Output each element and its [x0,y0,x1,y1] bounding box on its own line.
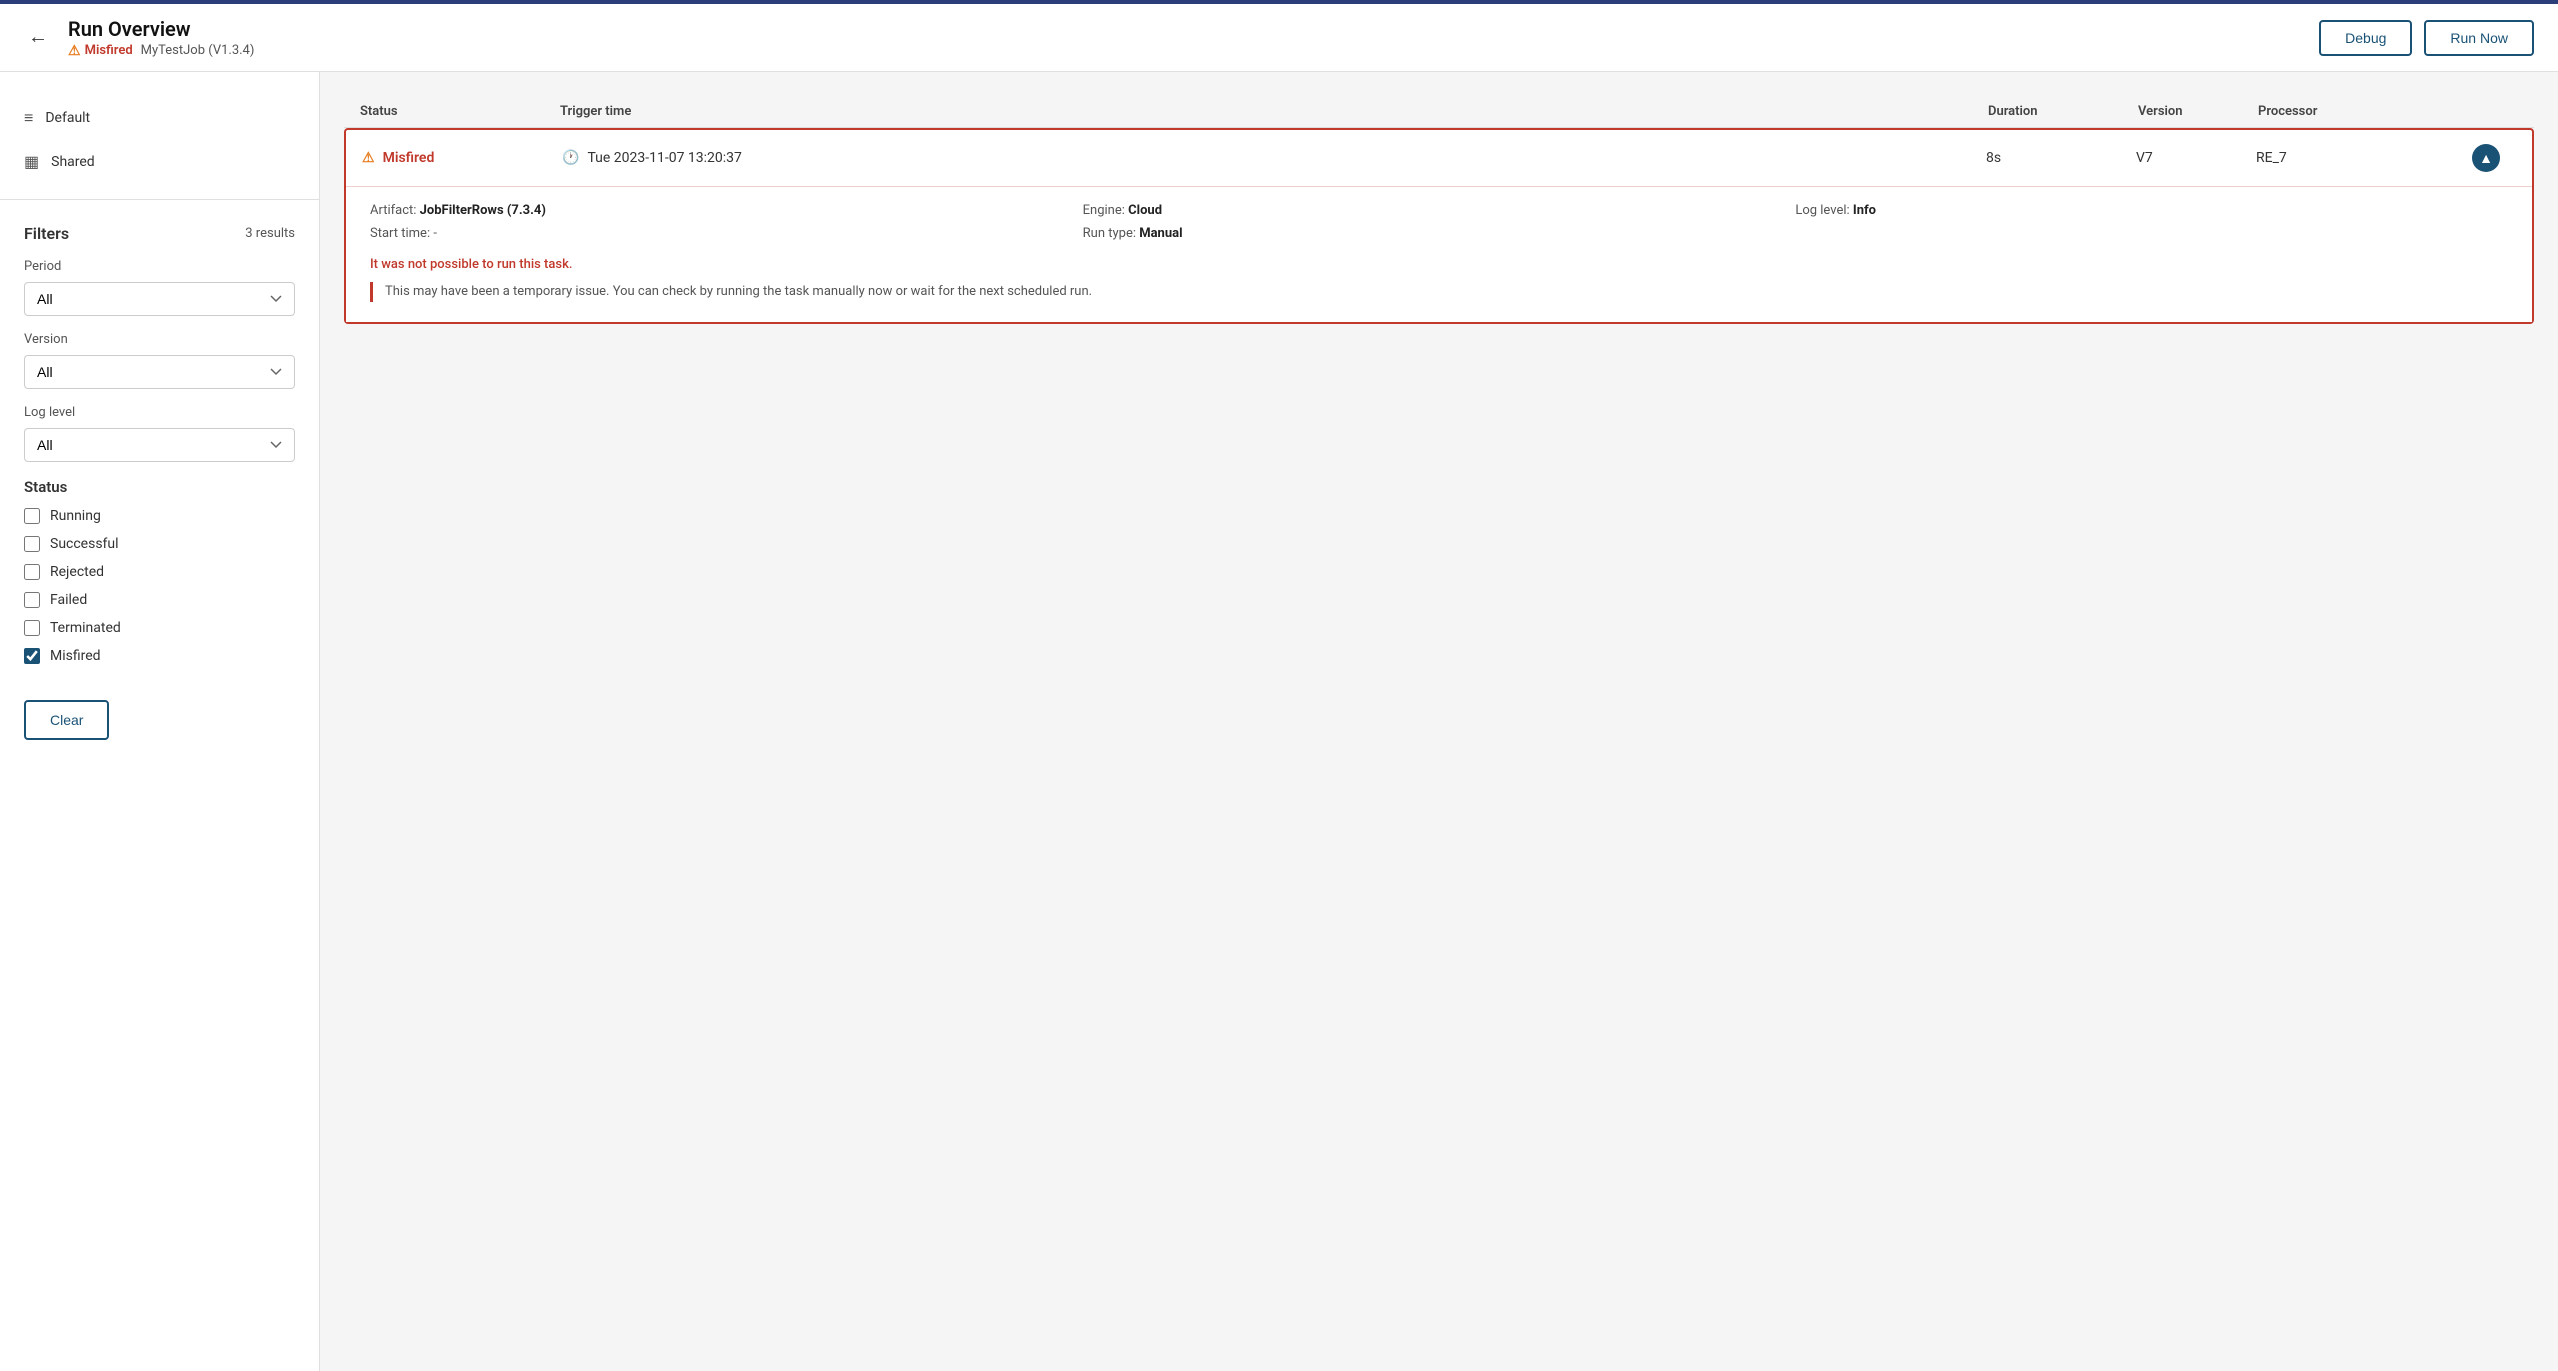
filters-title: Filters [24,224,69,243]
header-subtitle: ⚠ Misfired MyTestJob (V1.3.4) [68,43,254,59]
warning-icon: ⚠ [68,43,81,59]
successful-label: Successful [50,536,119,552]
run-now-button[interactable]: Run Now [2424,20,2534,56]
col-processor: Processor [2258,104,2458,119]
expand-button[interactable]: ▲ [2472,144,2500,172]
misfired-label: Misfired [50,648,101,664]
row-warning-icon: ⚠ [362,150,375,166]
log-level-select[interactable]: All InfoWarningErrorDebug [24,428,295,462]
terminated-checkbox[interactable] [24,620,40,636]
sidebar-item-label-shared: Shared [51,154,95,170]
error-message: This may have been a temporary issue. Yo… [370,282,2508,302]
sidebar-item-default[interactable]: ≡ Default [0,96,319,140]
grid-icon: ▦ [24,152,39,171]
header-title-block: Run Overview ⚠ Misfired MyTestJob (V1.3.… [68,17,254,59]
artifact-item: Artifact: JobFilterRows (7.3.4) [370,203,1083,218]
status-cell: ⚠ Misfired [362,150,562,166]
status-misfired[interactable]: Misfired [24,648,295,664]
main-content: Status Trigger time Duration Version Pro… [320,72,2558,1371]
sidebar-nav: ≡ Default ▦ Shared [0,96,319,183]
main-layout: ≡ Default ▦ Shared Filters 3 results Per… [0,72,2558,1371]
sidebar-divider [0,199,319,200]
log-level-filter: Log level All InfoWarningErrorDebug [0,405,319,478]
running-label: Running [50,508,101,524]
trigger-time: Tue 2023-11-07 13:20:37 [587,150,741,166]
rejected-label: Rejected [50,564,104,580]
table-row: ⚠ Misfired 🕐 Tue 2023-11-07 13:20:37 8s … [344,128,2534,324]
period-filter: Period All Today Last 7 days Last 30 day… [0,259,319,332]
header-actions: Debug Run Now [2319,20,2534,56]
rejected-checkbox[interactable] [24,564,40,580]
engine-value: Cloud [1128,203,1162,218]
detail-grid: Artifact: JobFilterRows (7.3.4) Engine: … [370,203,2508,241]
status-running[interactable]: Running [24,508,295,524]
failed-label: Failed [50,592,87,608]
start-time-item: Start time: - [370,226,1083,241]
status-terminated[interactable]: Terminated [24,620,295,636]
run-type-item: Run type: Manual [1083,226,1796,241]
sidebar-item-shared[interactable]: ▦ Shared [0,140,319,183]
job-name: MyTestJob (V1.3.4) [141,43,255,58]
status-badge: ⚠ Misfired [68,43,133,59]
processor-cell: RE_7 [2256,150,2456,166]
trigger-cell: 🕐 Tue 2023-11-07 13:20:37 [562,150,1986,166]
artifact-value: JobFilterRows (7.3.4) [420,203,546,218]
version-filter: Version All V1V2V3 V4V5V6V7 [0,332,319,405]
header: ← Run Overview ⚠ Misfired MyTestJob (V1.… [0,0,2558,72]
successful-checkbox[interactable] [24,536,40,552]
period-select[interactable]: All Today Last 7 days Last 30 days [24,282,295,316]
terminated-label: Terminated [50,620,121,636]
row-status: Misfired [383,150,435,166]
engine-item: Engine: Cloud [1083,203,1796,218]
log-level-value: Info [1853,203,1876,218]
list-icon: ≡ [24,108,33,128]
status-filter-title: Status [24,478,295,496]
clock-icon: 🕐 [562,150,579,166]
header-left: ← Run Overview ⚠ Misfired MyTestJob (V1.… [24,17,254,59]
col-duration: Duration [1988,104,2138,119]
status-successful[interactable]: Successful [24,536,295,552]
table-header: Status Trigger time Duration Version Pro… [344,96,2534,128]
filters-header: Filters 3 results [0,216,319,259]
col-action [2458,104,2518,119]
run-type-value: Manual [1139,226,1182,241]
log-level-item: Log level: Info [1795,203,2508,218]
clear-button[interactable]: Clear [24,700,109,740]
status-filter: Status Running Successful Rejected Faile… [0,478,319,692]
col-version: Version [2138,104,2258,119]
page-title: Run Overview [68,17,254,41]
running-checkbox[interactable] [24,508,40,524]
results-count: 3 results [245,226,295,241]
run-row-header[interactable]: ⚠ Misfired 🕐 Tue 2023-11-07 13:20:37 8s … [346,130,2532,186]
misfired-checkbox[interactable] [24,648,40,664]
error-title: It was not possible to run this task. [370,257,2508,272]
status-failed[interactable]: Failed [24,592,295,608]
col-trigger: Trigger time [560,104,1988,119]
failed-checkbox[interactable] [24,592,40,608]
start-time-value: - [433,226,437,241]
version-select[interactable]: All V1V2V3 V4V5V6V7 [24,355,295,389]
sidebar: ≡ Default ▦ Shared Filters 3 results Per… [0,72,320,1371]
period-label: Period [24,259,295,274]
version-cell: V7 [2136,150,2256,166]
status-rejected[interactable]: Rejected [24,564,295,580]
duration-cell: 8s [1986,150,2136,166]
sidebar-item-label-default: Default [45,110,90,126]
debug-button[interactable]: Debug [2319,20,2412,56]
back-button[interactable]: ← [24,22,52,53]
run-detail: Artifact: JobFilterRows (7.3.4) Engine: … [346,186,2532,322]
log-level-label: Log level [24,405,295,420]
col-status: Status [360,104,560,119]
version-label: Version [24,332,295,347]
